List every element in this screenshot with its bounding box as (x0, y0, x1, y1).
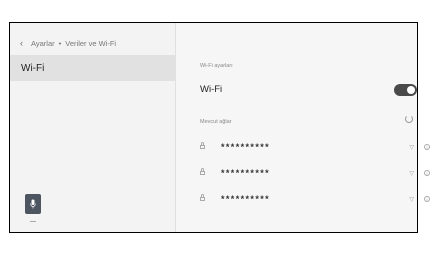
toggle-knob (407, 86, 415, 94)
info-icon[interactable]: i (424, 144, 430, 150)
breadcrumb-item-settings[interactable]: Ayarlar (31, 39, 55, 48)
screen-frame: ‹ Ayarlar • Veriler ve Wi-Fi Wi-Fi Wi-Fi… (9, 22, 430, 233)
microphone-icon (30, 199, 36, 209)
wifi-toggle[interactable] (394, 84, 417, 96)
network-name: ********** (221, 194, 271, 204)
wifi-signal-icon: ▽ (409, 144, 414, 151)
voice-indicator (30, 221, 36, 222)
network-name: ********** (221, 168, 271, 178)
lock-icon (200, 142, 205, 150)
wifi-label: Wi-Fi (200, 84, 223, 95)
lock-icon (200, 168, 205, 176)
network-row[interactable]: ********** ▽ i (200, 141, 430, 153)
wifi-signal-icon: ▽ (409, 170, 414, 177)
info-icon[interactable]: i (424, 170, 430, 176)
breadcrumb: ‹ Ayarlar • Veriler ve Wi-Fi (20, 38, 116, 48)
voice-button[interactable] (25, 194, 41, 214)
breadcrumb-separator: • (58, 38, 62, 48)
info-icon[interactable]: i (424, 196, 430, 202)
lock-icon (200, 194, 205, 202)
network-row[interactable]: ********** ▽ i (200, 167, 430, 179)
sidebar-item-wifi[interactable]: Wi-Fi (10, 55, 175, 81)
back-icon[interactable]: ‹ (20, 38, 23, 48)
refresh-icon[interactable] (405, 115, 413, 123)
network-row[interactable]: ********** ▽ i (200, 193, 430, 205)
wifi-settings-header: Wi-Fi ayarları (200, 63, 233, 69)
wifi-signal-icon: ▽ (409, 196, 414, 203)
sidebar-item-label: Wi-Fi (21, 62, 45, 74)
breadcrumb-item-data-wifi: Veriler ve Wi-Fi (65, 38, 117, 48)
main-panel: Wi-Fi ayarları Wi-Fi Mevcut ağlar ******… (176, 23, 430, 232)
available-networks-header: Mevcut ağlar (200, 119, 232, 125)
network-name: ********** (221, 142, 271, 152)
sidebar: ‹ Ayarlar • Veriler ve Wi-Fi Wi-Fi (10, 23, 176, 232)
